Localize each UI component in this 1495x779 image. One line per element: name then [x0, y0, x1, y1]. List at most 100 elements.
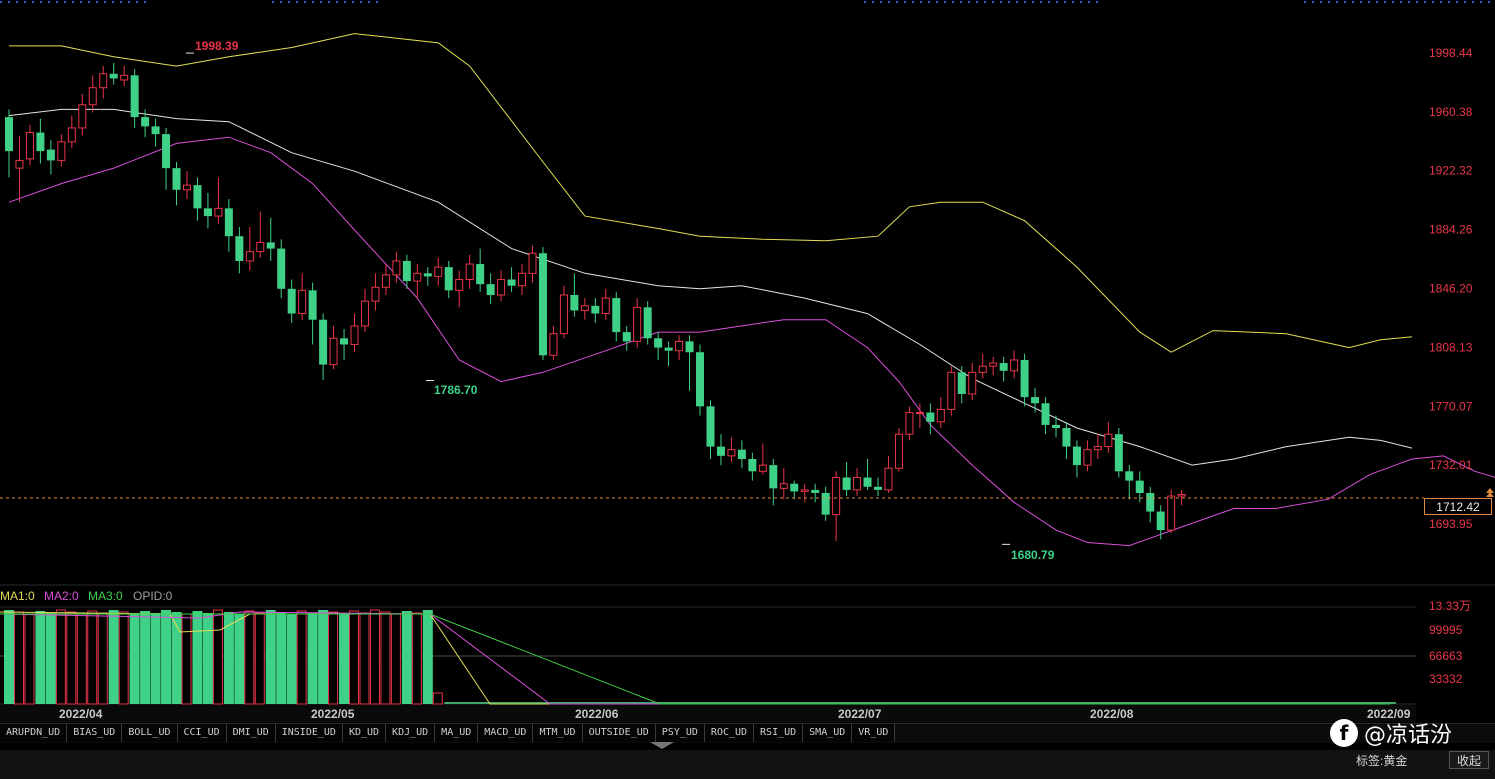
candle: [444, 260, 453, 299]
volume-tick-label: 33332: [1429, 672, 1463, 686]
candle: [172, 161, 181, 206]
border-dot: [1472, 1, 1474, 3]
collapse-button[interactable]: 收起: [1449, 751, 1489, 769]
border-dot: [968, 1, 970, 3]
kline-chart[interactable]: 1998.44 1960.38 1922.32 1884.26 1846.20 1808.…: [0, 0, 1495, 723]
indicator-tab-vr_ud[interactable]: VR_UD: [852, 724, 896, 742]
candle: [25, 124, 34, 166]
candle-body: [465, 263, 474, 281]
candle: [622, 325, 631, 351]
indicator-tab-bias_ud[interactable]: BIAS_UD: [67, 724, 123, 742]
indicator-tab-kd_ud[interactable]: KD_UD: [342, 724, 387, 742]
border-dot: [1408, 1, 1410, 3]
border-dot: [1344, 1, 1346, 3]
indicator-tab-mtm_ud[interactable]: MTM_UD: [533, 724, 583, 742]
candle: [329, 325, 338, 370]
candle-body: [821, 492, 830, 515]
candle-body: [256, 241, 265, 253]
border-dot: [16, 1, 18, 3]
candle-body: [968, 371, 977, 395]
volume-bar: [296, 610, 307, 705]
border-dot: [936, 1, 938, 3]
indicator-tab-arupdn_ud[interactable]: ARUPDN_UD: [0, 724, 68, 742]
candle-body: [371, 286, 380, 302]
indicator-tab-outside_ud[interactable]: OUTSIDE_UD: [582, 724, 656, 742]
candle: [957, 366, 966, 404]
indicator-tab-ma_ud[interactable]: MA_UD: [435, 724, 479, 742]
candle: [193, 177, 202, 221]
candle: [203, 192, 212, 229]
candle: [350, 313, 359, 353]
volume-bar: [202, 613, 213, 704]
indicator-tab-boll_ud[interactable]: BOLL_UD: [122, 724, 178, 742]
indicator-tab-macd_ud[interactable]: MACD_UD: [478, 724, 534, 742]
border-dot: [920, 1, 922, 3]
border-dot: [1488, 1, 1490, 3]
candle: [109, 62, 118, 85]
border-dot: [56, 1, 58, 3]
candle: [360, 288, 369, 333]
candle: [675, 335, 684, 360]
candle-body: [203, 208, 212, 217]
border-dot: [1008, 1, 1010, 3]
border-dot: [80, 1, 82, 3]
legend-opid: OPID:0: [133, 589, 173, 603]
candle-body: [748, 458, 757, 472]
candle: [968, 363, 977, 401]
candle: [978, 353, 987, 379]
candle-body: [402, 260, 411, 282]
candle-body: [1041, 403, 1050, 425]
indicator-tab-rsi_ud[interactable]: RSI_UD: [754, 724, 804, 742]
volume-bar: [76, 613, 87, 705]
price-tick-label: 1998.44: [1429, 46, 1473, 60]
candle-body: [1177, 494, 1186, 497]
candle-body: [25, 132, 34, 160]
volume-bar: [276, 612, 287, 704]
indicator-tab-bar: ARUPDN_UD BIAS_UD BOLL_UD CCI_UD DMI_UD INSID…: [0, 723, 1495, 743]
border-dot: [72, 1, 74, 3]
facebook-logo-icon: f: [1330, 719, 1358, 747]
candle-body: [109, 73, 118, 79]
candle-body: [151, 126, 160, 135]
volume-bar: [66, 611, 77, 705]
volume-tick-label: 66663: [1429, 649, 1463, 663]
candle-body: [528, 252, 537, 274]
candle-body: [758, 464, 767, 472]
indicator-tab-dmi_ud[interactable]: DMI_UD: [226, 724, 276, 742]
border-dot: [1056, 1, 1058, 3]
indicator-tab-cci_ud[interactable]: CCI_UD: [177, 724, 227, 742]
collapse-arrow-icon[interactable]: [650, 742, 674, 749]
candle: [486, 273, 495, 305]
indicator-tab-sma_ud[interactable]: SMA_UD: [803, 724, 853, 742]
candle-body: [559, 294, 568, 335]
indicator-tab-psy_ud[interactable]: PSY_UD: [655, 724, 705, 742]
candle-body: [696, 352, 705, 407]
candle-body: [915, 412, 924, 415]
candle: [654, 332, 663, 360]
candle: [748, 452, 757, 481]
border-dot: [1416, 1, 1418, 3]
indicator-tab-roc_ud[interactable]: ROC_UD: [704, 724, 755, 742]
volume-bar: [212, 609, 223, 705]
annotation-low-jul: 1680.79: [1011, 548, 1055, 562]
candle-body: [455, 279, 464, 291]
candle-body: [874, 486, 883, 490]
volume-bar: [181, 613, 192, 705]
date-label: 2022/06: [575, 707, 619, 721]
border-dot: [360, 1, 362, 3]
border-dot: [952, 1, 954, 3]
candle: [884, 455, 893, 493]
border-dot: [960, 1, 962, 3]
volume-bar: [140, 611, 151, 704]
indicator-tab-inside_ud[interactable]: INSIDE_UD: [275, 724, 343, 742]
candle-body: [1156, 511, 1165, 531]
candle-body: [360, 300, 369, 327]
candle: [5, 109, 13, 178]
indicator-tab-kdj_ud[interactable]: KDJ_UD: [386, 724, 436, 742]
border-dot: [896, 1, 898, 3]
candle: [874, 477, 883, 497]
candle-body: [277, 248, 286, 289]
candle-body: [727, 449, 736, 457]
candle-body: [1146, 492, 1155, 512]
volume-bar: [4, 610, 14, 704]
